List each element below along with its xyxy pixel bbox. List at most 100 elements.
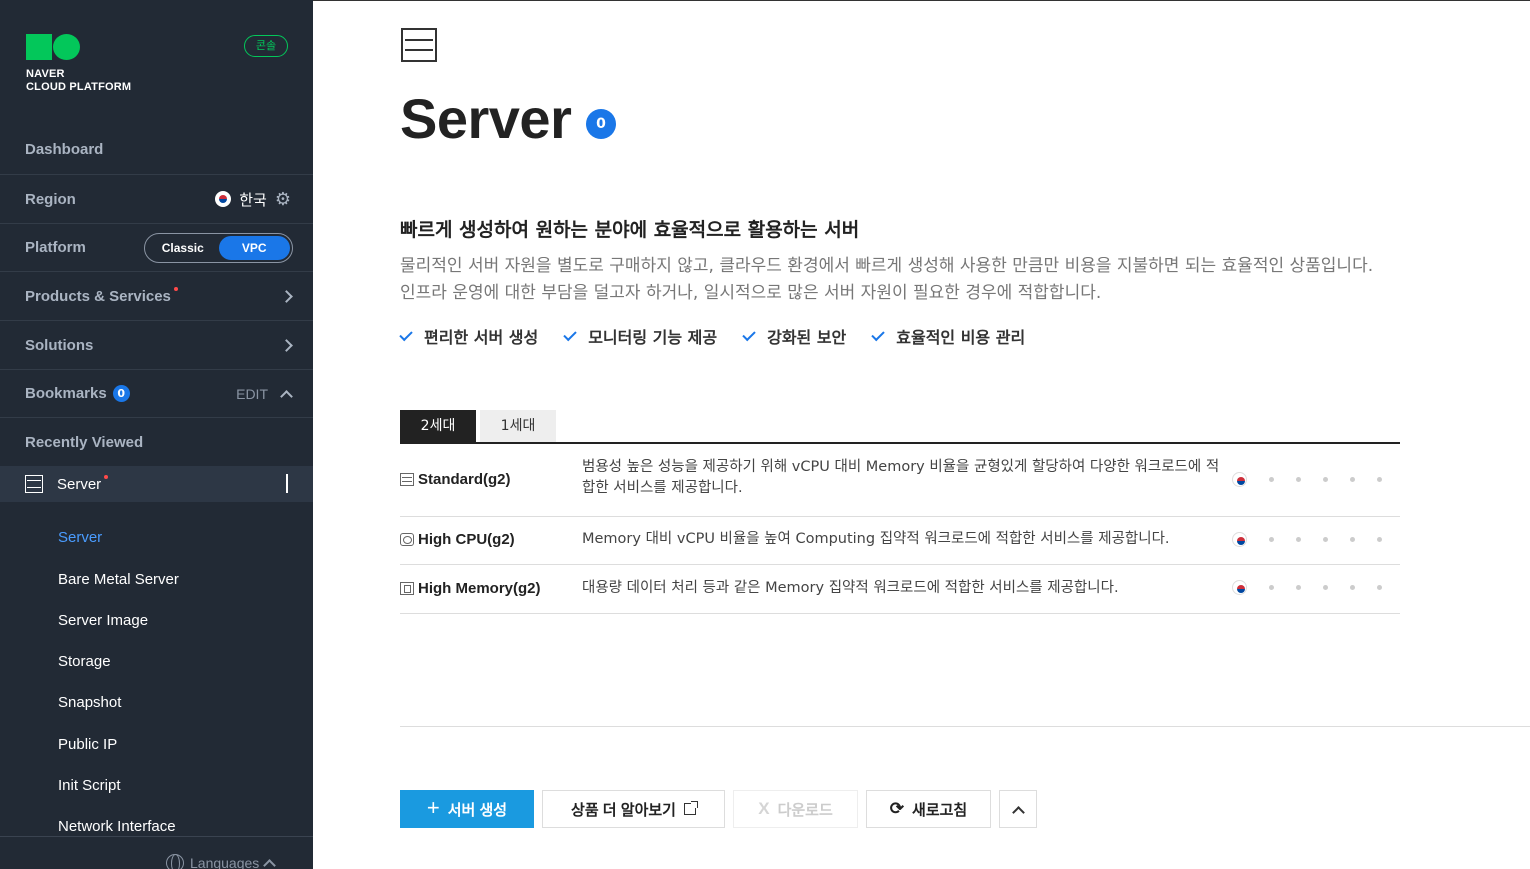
tab-gen1[interactable]: 1세대 [480,410,556,443]
languages-selector[interactable]: Languages [166,854,277,869]
download-button[interactable]: X 다운로드 [733,790,858,828]
collapse-button[interactable] [999,790,1037,828]
chevron-up-icon[interactable] [280,389,293,403]
naver-cloud-logo[interactable]: NAVER CLOUD PLATFORM [26,34,131,94]
tab-gen2[interactable]: 2세대 [400,410,476,443]
chevron-up-icon [263,859,277,869]
region-dot [1323,537,1328,542]
check-icon [742,327,756,341]
platform-option-classic[interactable]: Classic [147,236,219,260]
refresh-button[interactable]: ⟳ 새로고침 [866,790,991,828]
chevron-right-icon [280,338,293,352]
server-type-label: Standard(g2) [418,471,511,488]
feature-label: 강화된 보안 [767,328,847,347]
plus-icon: + [426,794,440,820]
feature-list: 편리한 서버 생성 모니터링 기능 제공 강화된 보안 효율적인 비용 관리 [399,324,1025,348]
globe-icon [166,854,184,869]
region-dot [1323,477,1328,482]
product-headline: 빠르게 생성하여 원하는 분야에 효율적으로 활용하는 서버 [400,219,860,241]
region-value: 한국 [239,190,267,209]
server-type-label: High CPU(g2) [418,531,515,548]
languages-label: Languages [190,855,260,869]
sidebar-subitem-storage[interactable]: Storage [58,653,111,670]
download-label: 다운로드 [777,801,833,819]
region-dot [1269,537,1274,542]
sidebar-footer: Languages [0,836,313,869]
feature-item: 편리한 서버 생성 [399,324,539,348]
feature-label: 편리한 서버 생성 [424,328,539,347]
logo-line2: CLOUD PLATFORM [26,81,132,93]
server-icon [25,475,43,493]
server-type-row[interactable]: Standard(g2) 범용성 높은 성능을 제공하기 위해 vCPU 대비 … [400,444,1400,517]
product-description-line2: 인프라 운영에 대한 부담을 덜고자 하거나, 일시적으로 많은 서버 자원이 … [400,283,1102,303]
server-type-name: High CPU(g2) [400,531,515,548]
excel-icon: X [758,799,770,818]
chevron-right-icon [280,289,293,303]
platform-toggle[interactable]: Classic VPC [144,232,293,263]
memory-icon [400,582,414,595]
sidebar-item-products[interactable]: Products & Services [0,271,313,320]
sidebar-item-dashboard[interactable]: Dashboard [0,124,313,174]
server-type-label: High Memory(g2) [418,580,541,597]
learn-more-button[interactable]: 상품 더 알아보기 [542,790,725,828]
korea-flag-icon [1232,532,1247,547]
region-availability [1232,532,1382,547]
check-icon [563,327,577,341]
top-divider [313,0,1530,1]
server-count-badge: 0 [586,109,616,139]
new-indicator-dot [104,475,109,479]
region-dot [1377,537,1382,542]
feature-item: 강화된 보안 [742,324,847,348]
server-icon [400,473,414,486]
check-icon [871,327,885,341]
server-type-row[interactable]: High Memory(g2) 대용량 데이터 처리 등과 같은 Memory … [400,565,1400,614]
sidebar: NAVER CLOUD PLATFORM 콘솔 Dashboard Region… [0,0,313,869]
sidebar-item-label: Solutions [25,336,94,354]
sidebar-subitem-public-ip[interactable]: Public IP [58,736,117,753]
product-description-line1: 물리적인 서버 자원을 별도로 구매하지 않고, 클라우드 환경에서 빠르게 생… [400,256,1374,276]
region-dot [1350,477,1355,482]
sidebar-item-platform: Platform Classic VPC [0,223,313,271]
learn-more-label: 상품 더 알아보기 [571,801,676,819]
logo-mark [26,34,82,60]
region-availability [1232,580,1382,595]
sidebar-item-solutions[interactable]: Solutions [0,320,313,369]
server-type-description: Memory 대비 vCPU 비율을 높여 Computing 집약적 워크로드… [582,531,1170,547]
section-divider [400,726,1530,727]
bookmark-count-badge: 0 [112,385,130,402]
server-type-description: 대용량 데이터 처리 등과 같은 Memory 집약적 워크로드에 적합한 서비… [582,580,1119,596]
sidebar-item-label: Region [25,190,76,208]
chevron-up-icon [286,473,288,493]
gear-icon[interactable]: ⚙ [275,189,291,210]
region-dot [1377,585,1382,590]
sidebar-subitem-server-image[interactable]: Server Image [58,612,148,629]
region-dot [1269,585,1274,590]
server-type-name: High Memory(g2) [400,580,541,597]
sidebar-item-region[interactable]: Region 한국 ⚙ [0,174,313,223]
sidebar-group-label: Server [57,475,102,493]
region-selector[interactable]: 한국 ⚙ [215,189,291,210]
external-link-icon [683,801,698,815]
korea-flag-icon [1232,580,1247,595]
console-badge[interactable]: 콘솔 [244,35,288,57]
platform-option-vpc[interactable]: VPC [218,235,290,260]
create-server-button[interactable]: + 서버 생성 [400,790,534,828]
feature-item: 효율적인 비용 관리 [871,324,1025,348]
chevron-up-icon [1011,805,1025,819]
server-rack-icon [401,28,437,62]
check-icon [399,327,413,341]
server-type-row[interactable]: High CPU(g2) Memory 대비 vCPU 비율을 높여 Compu… [400,517,1400,565]
sidebar-item-label: Products & Services [25,287,171,305]
region-dot [1323,585,1328,590]
sidebar-subitem-bare-metal-server[interactable]: Bare Metal Server [58,571,179,588]
sidebar-subitem-snapshot[interactable]: Snapshot [58,694,121,711]
sidebar-subitem-server[interactable]: Server [58,529,102,546]
bookmarks-edit-link[interactable]: EDIT [236,386,268,402]
sidebar-group-server[interactable]: Server [0,466,313,502]
sidebar-subitem-init-script[interactable]: Init Script [58,777,121,794]
sidebar-item-recently-viewed[interactable]: Recently Viewed [0,417,313,466]
refresh-icon: ⟳ [889,799,905,818]
sidebar-subitem-network-interface[interactable]: Network Interface [58,818,176,835]
sidebar-item-bookmarks[interactable]: Bookmarks 0 EDIT [0,369,313,417]
sidebar-item-label: Bookmarks [25,385,107,402]
